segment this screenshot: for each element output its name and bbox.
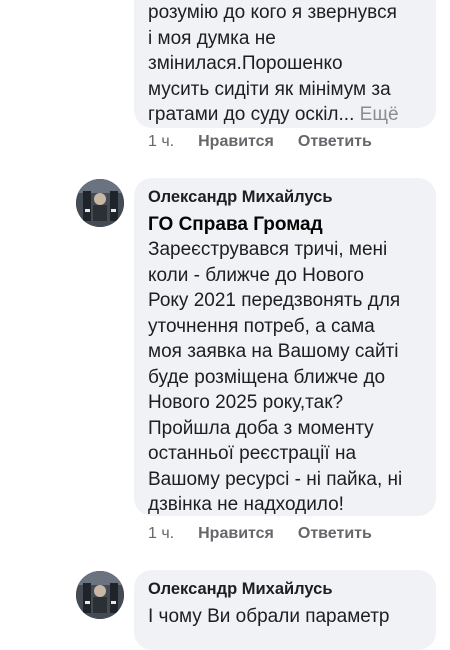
comment-bubble: Олександр Михайлусь ГО Справа Громад Зар… (134, 178, 436, 516)
comment-text-line: Зареєструвався тричі, мені (148, 239, 388, 260)
comment-text-line: дзвінка не надходило! (148, 494, 344, 515)
comment-text-truncated: гратами до суду оскіл... (148, 104, 355, 125)
comment-text-line: і моя думка не (148, 27, 276, 49)
like-button[interactable]: Нравится (198, 133, 274, 151)
comment-text-line: мусить сидіти як мінімум за (148, 78, 391, 100)
comment-text-line: гратами до суду оскіл... Ещё (148, 102, 426, 128)
comment-text-line: розумію до кого я звернувся (148, 2, 397, 23)
comment-author[interactable]: Олександр Михайлусь (148, 182, 426, 212)
avatar-photo-icon (76, 179, 124, 227)
mention-tag[interactable]: ГО Справа Громад (148, 212, 426, 237)
see-more-link[interactable]: Ещё (360, 104, 399, 125)
comment-text-line: уточнення потреб, а сама (148, 315, 375, 337)
avatar[interactable] (76, 571, 124, 619)
comment-text-line: останньої реєстрації на (148, 443, 357, 464)
comment-actions: 1 ч. Нравится Ответить (148, 130, 396, 154)
comment-bubble: розумію до кого я звернувся і моя думка … (134, 0, 436, 128)
comment-text-line: Нового 2025 року,так? (148, 392, 344, 413)
comment-text-line: змінилася.Порошенко (148, 53, 343, 74)
comment-text-line: Пройшла доба з моменту (148, 417, 374, 439)
comment-text-line: моя заявка на Вашому сайті (148, 341, 399, 362)
avatar[interactable] (76, 179, 124, 227)
comment-text-line: коли - ближче до Нового (148, 264, 364, 286)
reply-button[interactable]: Ответить (298, 525, 372, 543)
reply-button[interactable]: Ответить (298, 133, 372, 151)
comment-text-line: Вашому ресурсі - ні пайка, ні (148, 468, 403, 490)
like-button[interactable]: Нравится (198, 525, 274, 543)
comment-timestamp[interactable]: 1 ч. (148, 525, 174, 543)
avatar-photo-icon (76, 571, 124, 619)
comment-author[interactable]: Олександр Михайлусь (148, 574, 426, 604)
comment-text-line: буде розміщена ближче до (148, 366, 386, 388)
comment-timestamp[interactable]: 1 ч. (148, 133, 174, 151)
comment-text-line: Року 2021 передзвонять для (148, 290, 401, 311)
comment-bubble: Олександр Михайлусь І чому Ви обрали пар… (134, 570, 436, 650)
comment-actions: 1 ч. Нравится Ответить (148, 522, 396, 546)
comment-text-line: І чому Ви обрали параметр (148, 606, 390, 627)
